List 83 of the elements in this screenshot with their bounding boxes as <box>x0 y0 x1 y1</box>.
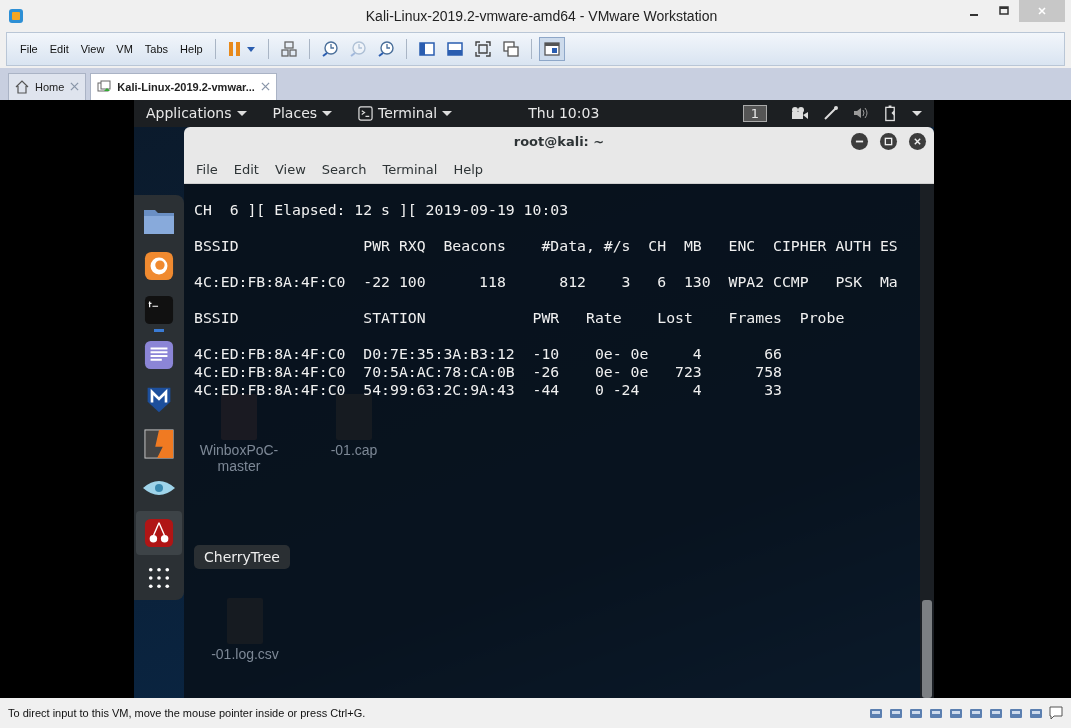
terminal-line: 4C:ED:FB:8A:4F:C0 54:99:63:2C:9A:43 -44 0 -24 4 33 <box>194 380 782 399</box>
text-editor-icon <box>144 339 174 370</box>
tab[interactable]: Kali-Linux-2019.2-vmwar... <box>90 72 277 100</box>
close-icon[interactable] <box>260 82 270 92</box>
file-name[interactable]: WinboxPoC-master <box>194 441 284 474</box>
pause-icon <box>226 39 257 58</box>
caret-icon <box>442 110 453 116</box>
menu-item[interactable]: View <box>266 161 314 177</box>
window-stack-icon <box>501 39 520 58</box>
caret-icon[interactable] <box>912 110 922 116</box>
app-grid-icon <box>148 566 170 589</box>
device-icon[interactable] <box>949 706 963 721</box>
sidebar-icon <box>417 39 436 58</box>
terminal-line: CH 6 ][ Elapsed: 12 s ][ 2019-09-19 10:03 <box>194 200 569 219</box>
fullscreen-icon <box>473 39 492 58</box>
clock-icon <box>320 39 339 58</box>
terminal-line: BSSID PWR RXQ Beacons #Data, #/s CH MB ENC CIPHER AUTH ES <box>194 236 898 255</box>
tab[interactable]: Home <box>8 72 87 100</box>
status-text: To direct input to this VM, move the mouse pointer inside or press Ctrl+G. <box>8 707 366 720</box>
folder-icon <box>143 207 175 236</box>
menu-item[interactable]: Tabs <box>139 40 174 57</box>
maximize-button[interactable] <box>880 132 897 150</box>
camera-icon[interactable] <box>789 105 809 122</box>
battery-icon[interactable] <box>883 104 898 123</box>
terminal-line: BSSID STATION PWR Rate Lost Frames Probe <box>194 308 845 327</box>
file-name[interactable]: -01.log.csv <box>200 645 290 662</box>
terminal-title: root@kali: ~ <box>513 133 605 149</box>
window-title: Kali-Linux-2019.2-vmware-amd64 - VMware Workstation <box>364 8 719 24</box>
workspace-indicator[interactable]: 1 <box>742 104 767 122</box>
terminal-icon <box>358 105 374 121</box>
caret-icon <box>236 110 247 116</box>
menu-item[interactable]: Edit <box>44 40 74 57</box>
menu-item[interactable]: View <box>75 40 110 57</box>
menu-item[interactable]: File <box>15 40 43 57</box>
scrollbar-thumb[interactable] <box>922 600 932 699</box>
home-icon <box>15 79 29 94</box>
close-icon <box>913 136 922 146</box>
minimize-icon <box>970 14 978 16</box>
menu-item[interactable]: VM <box>111 40 138 57</box>
lightning-icon <box>144 428 174 459</box>
device-icon[interactable] <box>909 706 923 721</box>
vm-icon <box>97 79 112 94</box>
panel-icon <box>445 39 464 58</box>
device-icon[interactable] <box>929 706 943 721</box>
menu-item[interactable]: Help <box>445 161 492 177</box>
clock-icon <box>376 39 395 58</box>
file-name[interactable]: -01.cap <box>309 441 399 458</box>
running-indicator <box>154 328 164 332</box>
terminal-line: 4C:ED:FB:8A:4F:C0 -22 100 118 812 3 6 130 WPA2 CCMP PSK Ma <box>194 272 898 291</box>
clock[interactable]: Thu 10:03 <box>528 105 600 122</box>
menu-item[interactable]: File <box>188 161 226 177</box>
device-icon[interactable] <box>889 706 903 721</box>
tabview-button[interactable] <box>538 36 565 61</box>
device-icon[interactable] <box>869 706 883 721</box>
clock-icon <box>348 39 367 58</box>
terminal-menu[interactable]: Terminal <box>358 105 453 122</box>
tooltip: CherryTree <box>194 544 290 569</box>
close-icon <box>1037 6 1047 16</box>
close-button[interactable] <box>909 132 926 150</box>
applications-menu[interactable]: Applications <box>146 105 247 122</box>
menu-item[interactable]: Terminal <box>374 161 446 177</box>
cherry-icon <box>144 518 174 549</box>
device-icon[interactable] <box>1029 706 1043 721</box>
menu-item[interactable]: Help <box>175 40 208 57</box>
device-icon[interactable] <box>969 706 983 721</box>
minimize-button[interactable] <box>851 132 868 150</box>
device-icon[interactable] <box>1009 706 1023 721</box>
terminal-line: 4C:ED:FB:8A:4F:C0 D0:7E:35:3A:B3:12 -10 0e- 0e 4 66 <box>194 344 782 363</box>
tab-view-icon <box>542 39 561 58</box>
menu-item[interactable]: Edit <box>225 161 267 177</box>
terminal-line: 4C:ED:FB:8A:4F:C0 70:5A:AC:78:CA:0B -26 0e- 0e 723 758 <box>194 362 782 381</box>
places-menu[interactable]: Places <box>272 105 333 122</box>
device-icon[interactable] <box>989 706 1003 721</box>
app-icon <box>8 8 24 24</box>
maximize-icon <box>999 6 1009 16</box>
message-icon[interactable] <box>1049 706 1063 721</box>
terminal-icon <box>144 295 174 326</box>
menu-item[interactable]: Search <box>313 161 375 177</box>
dock-item[interactable] <box>136 510 182 556</box>
maximize-icon <box>884 136 893 146</box>
scrollbar[interactable] <box>920 183 934 699</box>
fox-icon <box>144 250 174 281</box>
caret-icon <box>322 110 333 116</box>
